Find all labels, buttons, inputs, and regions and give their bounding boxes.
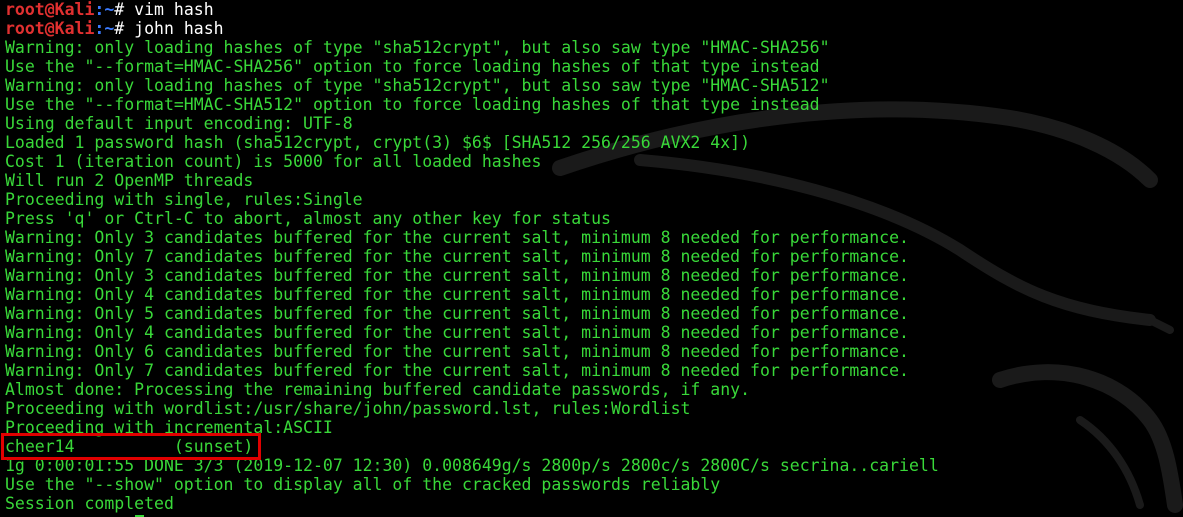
output-line: Warning: Only 6 candidates buffered for … (5, 342, 909, 361)
command-text: vim hash (134, 0, 214, 19)
output-line: Use the "--format=HMAC-SHA512" option to… (5, 95, 820, 114)
prompt-path: :~ (94, 19, 115, 38)
session-status-text: Session completed (5, 494, 174, 513)
command-text: john hash (134, 19, 224, 38)
output-line: Almost done: Processing the remaining bu… (5, 380, 751, 399)
output-line: Warning: only loading hashes of type "sh… (5, 76, 830, 95)
output-line: Loaded 1 password hash (sha512crypt, cry… (5, 133, 751, 152)
prompt-user: root@Kali (5, 0, 95, 19)
output-line: Cost 1 (iteration count) is 5000 for all… (5, 152, 542, 171)
output-line: Warning: Only 4 candidates buffered for … (5, 323, 909, 342)
output-line: Using default input encoding: UTF-8 (5, 114, 353, 133)
output-line: Warning: Only 7 candidates buffered for … (5, 247, 909, 266)
prompt-user: root@Kali (5, 19, 95, 38)
output-line: Use the "--format=HMAC-SHA256" option to… (5, 57, 820, 76)
output-line: Warning: Only 5 candidates buffered for … (5, 304, 909, 323)
output-line: Warning: Only 3 candidates buffered for … (5, 266, 909, 285)
output-line: Session completed (5, 494, 939, 513)
cracked-password-highlight (1, 433, 261, 460)
terminal-window[interactable]: root@Kali:~# vim hash root@Kali:~# john … (0, 0, 1183, 517)
output-line: Proceeding with single, rules:Single (5, 190, 363, 209)
prompt-path: :~ (94, 0, 115, 19)
output-line: Warning: Only 3 candidates buffered for … (5, 228, 909, 247)
output-line: Proceeding with wordlist:/usr/share/john… (5, 399, 691, 418)
output-line: Warning: Only 7 candidates buffered for … (5, 361, 909, 380)
output-line: Warning: Only 4 candidates buffered for … (5, 285, 909, 304)
prompt-line: root@Kali:~# john hash (5, 19, 939, 38)
prompt-symbol: # (114, 19, 135, 38)
output-line: Will run 2 OpenMP threads (5, 171, 254, 190)
output-line: Warning: only loading hashes of type "sh… (5, 38, 830, 57)
output-line: Use the "--show" option to display all o… (5, 475, 721, 494)
output-line: Press 'q' or Ctrl-C to abort, almost any… (5, 209, 611, 228)
cursor-line (5, 513, 939, 517)
prompt-symbol: # (114, 0, 135, 19)
prompt-line: root@Kali:~# vim hash (5, 0, 939, 19)
